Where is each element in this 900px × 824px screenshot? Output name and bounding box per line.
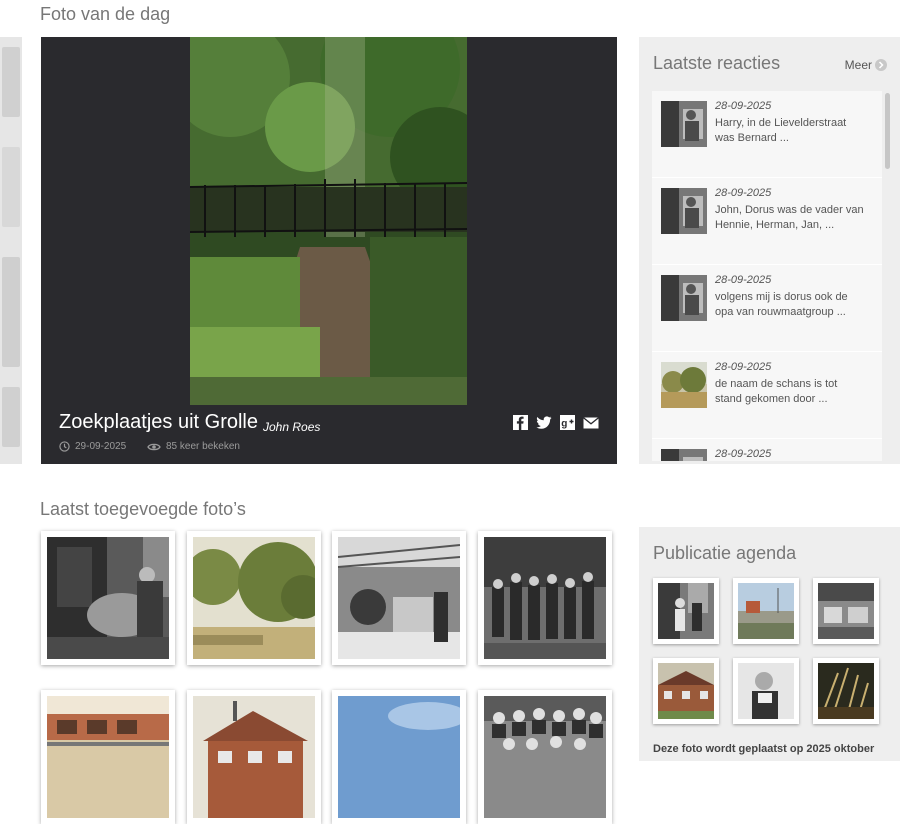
comment-thumbnail xyxy=(661,101,707,147)
agenda-photo-tile[interactable] xyxy=(653,578,719,644)
comment-thumbnail xyxy=(661,449,707,461)
agenda-photo-image xyxy=(818,583,874,639)
comment-text: de naam de schans is tot stand gekomen d… xyxy=(715,378,838,405)
svg-text:g: g xyxy=(561,419,567,430)
latest-photo-tile[interactable] xyxy=(478,690,612,824)
latest-photo-tile[interactable] xyxy=(41,531,175,665)
strip-image xyxy=(2,147,20,227)
comment-item[interactable]: 28-09-2025 volgens mij is dorus ook de o… xyxy=(652,265,882,352)
photo-author[interactable]: John Roes xyxy=(263,420,320,434)
photo-date: 29-09-2025 xyxy=(59,441,126,452)
comment-text: volgens mij is dorus ook de opa van rouw… xyxy=(715,291,848,318)
latest-photo-tile[interactable] xyxy=(478,531,612,665)
envelope-icon xyxy=(582,416,599,429)
more-comments-link[interactable]: Meer xyxy=(845,58,887,72)
latest-photo-image xyxy=(193,696,315,818)
twitter-icon xyxy=(535,415,552,430)
comment-date: 28-09-2025 xyxy=(715,274,772,286)
photo-of-the-day-panel: Zoekplaatjes uit Grolle John Roes 29-09-… xyxy=(41,37,617,464)
comment-item[interactable]: 28-09-2025 de naam de schans is tot stan… xyxy=(652,352,882,439)
chevron-right-icon xyxy=(875,59,887,71)
comment-date: 28-09-2025 xyxy=(715,448,772,460)
latest-photo-tile[interactable] xyxy=(187,690,321,824)
publication-agenda-panel: Publicatie agenda Deze foto wordt geplaa… xyxy=(639,527,900,761)
facebook-share-button[interactable] xyxy=(513,415,528,430)
photo-title[interactable]: Zoekplaatjes uit Grolle xyxy=(59,411,258,434)
eye-icon xyxy=(147,442,161,452)
latest-photo-image xyxy=(47,537,169,659)
agenda-photo-image xyxy=(738,583,794,639)
section-title-foto-van-de-dag: Foto van de dag xyxy=(40,4,171,24)
agenda-photo-tile[interactable] xyxy=(733,578,799,644)
latest-comments-panel: Laatste reacties Meer 28-09-2025 Harry, … xyxy=(639,37,900,464)
section-title-latest-photos: Laatst toegevoegde foto’s xyxy=(40,499,246,519)
photo-date-text: 29-09-2025 xyxy=(75,441,127,452)
publication-note: Deze foto wordt geplaatst op 2025 oktobe… xyxy=(653,743,875,755)
more-comments-label: Meer xyxy=(844,58,872,72)
comment-thumbnail xyxy=(661,188,707,234)
photo-views-text: 85 keer bekeken xyxy=(166,441,240,452)
facebook-icon xyxy=(513,415,528,430)
publication-agenda-title: Publicatie agenda xyxy=(653,543,797,563)
comment-item[interactable]: 28-09-2025 John, Dorus was de vader van … xyxy=(652,178,882,265)
strip-image xyxy=(2,47,20,117)
comments-list[interactable]: 28-09-2025 Harry, in de Lievelderstraat … xyxy=(652,91,882,461)
comment-date: 28-09-2025 xyxy=(715,361,772,373)
googleplus-icon: g xyxy=(560,415,575,430)
comment-date: 28-09-2025 xyxy=(715,100,772,112)
comment-item[interactable]: 28-09-2025 xyxy=(652,439,882,461)
clock-icon xyxy=(59,441,70,452)
photo-views: 85 keer bekeken xyxy=(147,441,240,452)
agenda-photo-image xyxy=(658,583,714,639)
agenda-photo-image xyxy=(738,663,794,719)
latest-photo-image xyxy=(338,537,460,659)
comment-text: Harry, in de Lievelderstraat was Bernard… xyxy=(715,117,847,144)
photo-of-the-day-image[interactable] xyxy=(190,37,467,405)
latest-photo-image xyxy=(47,696,169,818)
latest-photo-image xyxy=(484,537,606,659)
comment-thumbnail xyxy=(661,362,707,408)
agenda-photo-tile[interactable] xyxy=(813,578,879,644)
latest-photo-image xyxy=(338,696,460,818)
latest-comments-title: Laatste reacties xyxy=(653,53,781,73)
latest-photo-tile[interactable] xyxy=(41,690,175,824)
comment-date: 28-09-2025 xyxy=(715,187,772,199)
previous-photo-strip[interactable] xyxy=(0,37,22,464)
email-share-button[interactable] xyxy=(582,415,599,430)
latest-photo-tile[interactable] xyxy=(332,690,466,824)
latest-photo-image xyxy=(193,537,315,659)
agenda-photo-image xyxy=(818,663,874,719)
agenda-photo-tile[interactable] xyxy=(653,658,719,724)
comment-thumbnail xyxy=(661,275,707,321)
agenda-photo-tile[interactable] xyxy=(813,658,879,724)
agenda-photo-image xyxy=(658,663,714,719)
strip-image xyxy=(2,387,20,447)
strip-image xyxy=(2,257,20,367)
comments-scrollbar-thumb[interactable] xyxy=(885,93,890,169)
googleplus-share-button[interactable]: g xyxy=(560,415,575,430)
latest-photo-tile[interactable] xyxy=(332,531,466,665)
latest-photo-tile[interactable] xyxy=(187,531,321,665)
comment-item[interactable]: 28-09-2025 Harry, in de Lievelderstraat … xyxy=(652,91,882,178)
twitter-share-button[interactable] xyxy=(535,415,552,430)
agenda-photo-tile[interactable] xyxy=(733,658,799,724)
comment-text: John, Dorus was de vader van Hennie, Her… xyxy=(715,204,864,231)
latest-photo-image xyxy=(484,696,606,818)
